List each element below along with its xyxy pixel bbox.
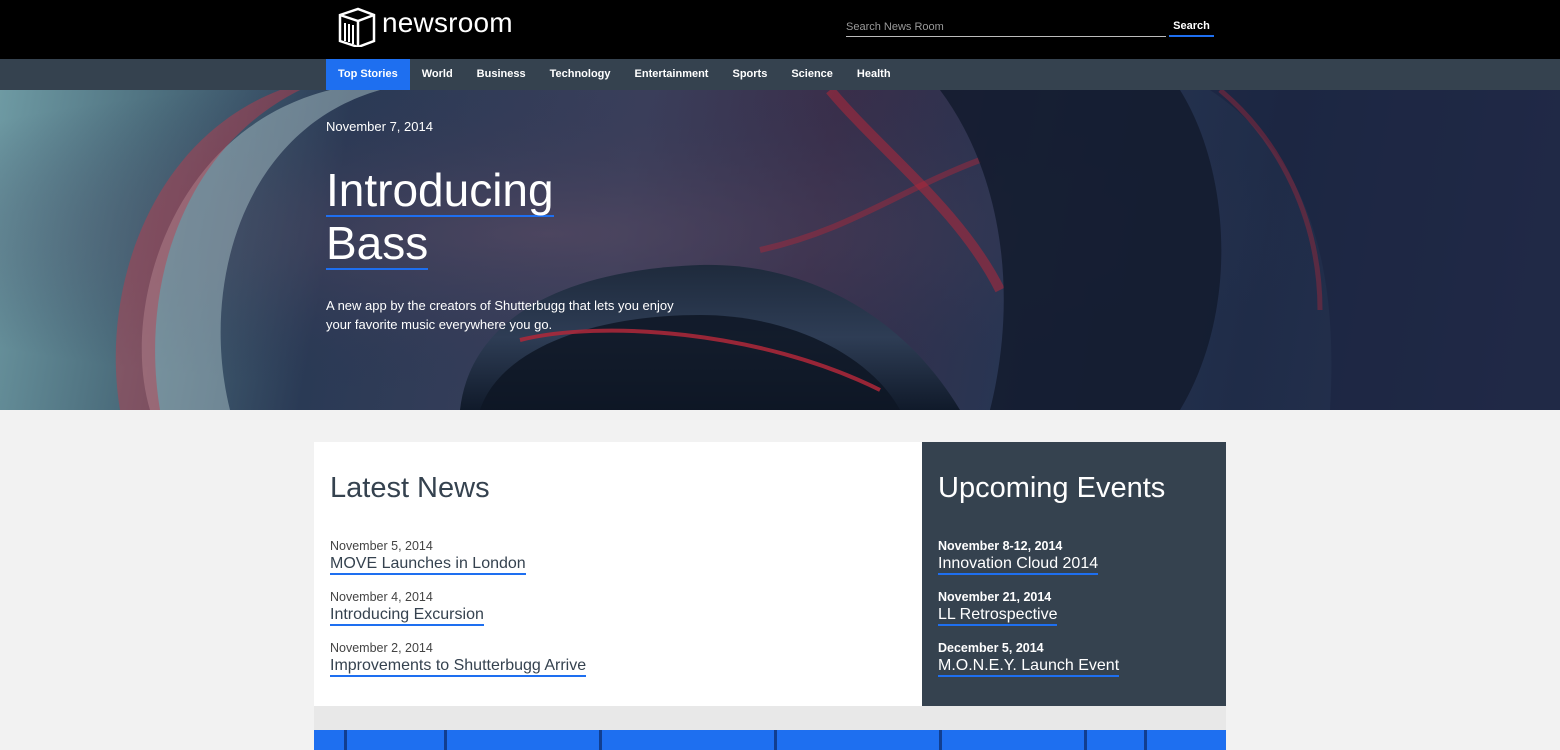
logo-text: newsroom [382,7,513,38]
news-item: November 5, 2014 MOVE Launches in London [330,538,526,575]
news-date: November 2, 2014 [330,641,433,655]
nav-item-sports[interactable]: Sports [720,59,779,90]
headphones-hero-image [0,90,1560,410]
news-item: November 4, 2014 Introducing Excursion [330,589,484,626]
hero-banner[interactable]: November 7, 2014 Introducing Bass A new … [0,90,1560,410]
event-link[interactable]: Innovation Cloud 2014 [938,554,1099,575]
news-link[interactable]: Improvements to Shutterbugg Arrive [330,656,587,677]
nav-item-entertainment[interactable]: Entertainment [623,59,721,90]
nav-list: Top Stories World Business Technology En… [326,59,903,90]
nav-item-science[interactable]: Science [779,59,845,90]
nav-item-business[interactable]: Business [465,59,538,90]
nav-item-world[interactable]: World [410,59,465,90]
strip-detail [599,730,602,750]
event-item: November 8-12, 2014 Innovation Cloud 201… [938,538,1099,575]
top-bar: newsroom Search [0,0,1560,59]
event-item: December 5, 2014 M.O.N.E.Y. Launch Event [938,640,1120,677]
latest-news-panel: Latest News November 5, 2014 MOVE Launch… [314,442,922,706]
event-link[interactable]: M.O.N.E.Y. Launch Event [938,656,1120,677]
search-button[interactable]: Search [1169,18,1214,37]
section-divider [314,706,1226,730]
hero-description: A new app by the creators of Shutterbugg… [326,298,674,332]
news-date: November 4, 2014 [330,590,433,604]
latest-news-heading: Latest News [330,472,490,504]
strip-detail [939,730,942,750]
nav-item-top-stories[interactable]: Top Stories [326,59,410,90]
event-date: December 5, 2014 [938,641,1044,655]
strip-detail [444,730,447,750]
strip-detail [774,730,777,750]
hero-title[interactable]: Introducing Bass [326,164,554,270]
news-link[interactable]: MOVE Launches in London [330,554,526,575]
hero-title-line-2[interactable]: Bass [326,218,429,270]
event-date: November 8-12, 2014 [938,539,1063,553]
nav-item-health[interactable]: Health [845,59,903,90]
upcoming-events-panel: Upcoming Events November 8-12, 2014 Inno… [922,442,1226,706]
news-item: November 2, 2014 Improvements to Shutter… [330,640,587,677]
main-nav: Top Stories World Business Technology En… [0,59,1560,90]
event-link[interactable]: LL Retrospective [938,605,1058,626]
featured-image-strip[interactable] [314,730,1226,750]
event-date: November 21, 2014 [938,590,1052,604]
site-logo[interactable]: newsroom [336,7,513,47]
strip-detail [1144,730,1147,750]
hero-date: November 7, 2014 [326,119,433,134]
nav-item-technology[interactable]: Technology [538,59,623,90]
search-input[interactable] [846,18,1166,37]
news-link[interactable]: Introducing Excursion [330,605,484,626]
hero-title-line-1[interactable]: Introducing [326,165,554,217]
news-date: November 5, 2014 [330,539,433,553]
event-item: November 21, 2014 LL Retrospective [938,589,1058,626]
strip-detail [1084,730,1087,750]
upcoming-events-heading: Upcoming Events [938,472,1166,504]
building-logo-icon [338,7,376,47]
strip-detail [344,730,347,750]
